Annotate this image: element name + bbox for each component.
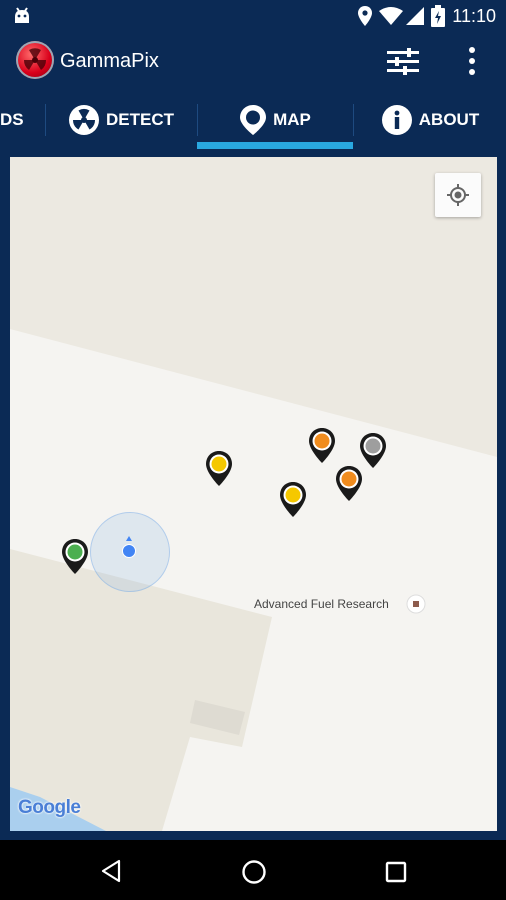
app-bar: GammaPix bbox=[0, 32, 506, 90]
wifi-icon bbox=[379, 7, 403, 25]
tab-map[interactable]: MAP bbox=[197, 90, 353, 150]
active-tab-indicator bbox=[197, 142, 353, 149]
tab-detect-label: DETECT bbox=[106, 110, 174, 129]
measurement-pin-orange[interactable] bbox=[307, 426, 337, 464]
tune-settings-icon[interactable] bbox=[387, 47, 419, 75]
home-icon[interactable] bbox=[241, 859, 267, 885]
app-title: GammaPix bbox=[60, 50, 159, 72]
place-label[interactable]: Advanced Fuel Research bbox=[254, 597, 389, 611]
status-time: 11:10 bbox=[452, 6, 496, 26]
measurement-pin-yellow[interactable] bbox=[278, 480, 308, 518]
location-icon bbox=[358, 6, 372, 26]
measurement-pin-green[interactable] bbox=[60, 537, 90, 575]
google-logo: Google bbox=[18, 797, 81, 818]
back-icon[interactable] bbox=[99, 859, 123, 883]
more-options-icon[interactable] bbox=[468, 46, 476, 76]
tab-detect[interactable]: DETECT bbox=[46, 90, 196, 150]
my-location-icon bbox=[447, 184, 469, 206]
android-debug-icon bbox=[15, 7, 29, 23]
battery-charging-icon bbox=[431, 5, 445, 27]
map-pin-icon bbox=[240, 105, 267, 135]
tab-reads[interactable]: DS bbox=[0, 90, 45, 150]
place-poi-icon[interactable] bbox=[406, 594, 426, 614]
status-bar: 11:10 bbox=[0, 0, 506, 32]
current-location-dot-icon bbox=[122, 536, 136, 558]
radiation-logo-icon bbox=[23, 48, 47, 70]
cell-signal-icon bbox=[406, 7, 424, 25]
measurement-pin-orange[interactable] bbox=[334, 464, 364, 502]
measurement-pin-yellow[interactable] bbox=[204, 449, 234, 487]
map-terrain bbox=[10, 329, 497, 831]
tab-map-label: MAP bbox=[273, 110, 311, 129]
tab-bar: DS DETECT MAP ABOUT bbox=[0, 90, 506, 150]
app-logo bbox=[16, 41, 54, 79]
tab-about[interactable]: ABOUT bbox=[354, 90, 506, 150]
tab-reads-label: DS bbox=[0, 110, 24, 129]
my-location-button[interactable] bbox=[435, 173, 481, 217]
info-icon bbox=[381, 105, 412, 135]
map-view[interactable]: Advanced Fuel Research Google bbox=[10, 157, 497, 831]
radiation-icon bbox=[69, 105, 99, 135]
tab-about-label: ABOUT bbox=[418, 110, 480, 129]
system-nav-bar bbox=[0, 840, 506, 900]
measurement-pin-gray[interactable] bbox=[358, 431, 388, 469]
recent-apps-icon[interactable] bbox=[385, 861, 407, 883]
